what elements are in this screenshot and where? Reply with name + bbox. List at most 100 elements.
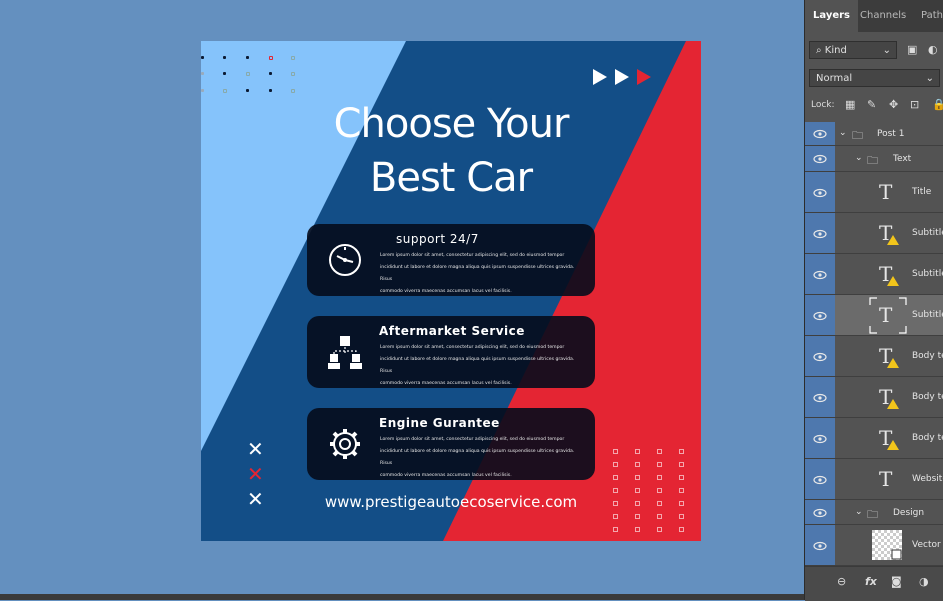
text-layer-icon: T xyxy=(879,467,893,491)
layer-name: Subtitle xyxy=(912,269,943,279)
text-layer-icon: T xyxy=(879,303,893,327)
visibility-toggle[interactable] xyxy=(805,336,835,376)
layer-row-text-group[interactable]: ⌄ 🗀 Text xyxy=(805,146,943,172)
folder-icon: 🗀 xyxy=(852,129,863,142)
card-body: Lorem ipsum dolor sit amet, consectetur … xyxy=(380,434,580,482)
warning-icon xyxy=(887,399,899,409)
chevron-down-icon[interactable]: ⌄ xyxy=(855,153,863,163)
card-body-line: Lorem ipsum dolor sit amet, consectetur … xyxy=(380,253,565,258)
adjustment-filter-icon[interactable]: ◐ xyxy=(928,43,938,56)
eye-icon xyxy=(813,154,827,164)
visibility-toggle[interactable] xyxy=(805,525,835,565)
card-body: Lorem ipsum dolor sit amet, consectetur … xyxy=(380,342,580,390)
card-body-line: incididunt ut labore et dolore magna ali… xyxy=(380,449,575,466)
play-arrow-icon xyxy=(637,69,651,85)
fx-icon[interactable]: fx xyxy=(865,575,877,588)
eye-icon xyxy=(813,129,827,139)
visibility-toggle[interactable] xyxy=(805,377,835,417)
filter-kind-value: Kind xyxy=(824,45,847,56)
layer-name: Design xyxy=(893,508,925,518)
image-filter-icon[interactable]: ▣ xyxy=(907,43,917,56)
layer-name: Subtitle xyxy=(912,228,943,238)
x-mark-icon: ✕ xyxy=(247,462,264,486)
layer-name: Website xyxy=(912,474,943,484)
layer-row-body-text[interactable]: T Body te xyxy=(805,418,943,459)
visibility-toggle[interactable] xyxy=(805,122,835,145)
layer-name: Post 1 xyxy=(877,129,905,139)
tab-paths[interactable]: Paths xyxy=(913,0,943,32)
tab-layers[interactable]: Layers xyxy=(805,0,858,32)
card-body-line: Lorem ipsum dolor sit amet, consectetur … xyxy=(380,345,565,350)
layer-row-title[interactable]: T Title xyxy=(805,172,943,213)
layer-row-body-text[interactable]: T Body te xyxy=(805,377,943,418)
clock-icon xyxy=(329,244,361,276)
layer-row-subtitle[interactable]: T Subtitle xyxy=(805,213,943,254)
panel-footer: ⊖ fx ◙ ◑ xyxy=(805,566,943,601)
warning-icon xyxy=(887,440,899,450)
lock-label: Lock: xyxy=(811,100,835,110)
eye-icon xyxy=(813,270,827,280)
filter-kind-select[interactable]: ⌕ Kind ⌄ xyxy=(809,41,897,59)
layer-name: Subtitle xyxy=(912,310,943,320)
layer-row-website[interactable]: T Website xyxy=(805,459,943,500)
document-canvas[interactable]: Choose Your Best Car support 24/7 Lorem … xyxy=(0,0,804,594)
visibility-toggle[interactable] xyxy=(805,254,835,294)
eye-icon xyxy=(813,475,827,485)
visibility-toggle[interactable] xyxy=(805,213,835,253)
mask-icon[interactable]: ◙ xyxy=(891,575,902,588)
card-body-line: Lorem ipsum dolor sit amet, consectetur … xyxy=(380,437,565,442)
artboard-post[interactable]: Choose Your Best Car support 24/7 Lorem … xyxy=(201,41,701,541)
visibility-toggle[interactable] xyxy=(805,172,835,212)
card-body-line: commodo viverra maecenas accumsan lacus … xyxy=(380,381,512,386)
layer-name: Body te xyxy=(912,392,943,402)
eye-icon xyxy=(813,434,827,444)
visibility-toggle[interactable] xyxy=(805,146,835,171)
eye-icon xyxy=(813,352,827,362)
layer-name: Body te xyxy=(912,351,943,361)
lock-all-icon[interactable]: 🔒 xyxy=(932,98,943,111)
card-body-line: commodo viverra maecenas accumsan lacus … xyxy=(380,473,512,478)
feature-card-engine: Engine Gurantee Lorem ipsum dolor sit am… xyxy=(307,408,595,480)
search-icon: ⌕ xyxy=(816,45,825,56)
tab-channels[interactable]: Channels xyxy=(852,0,914,32)
lock-position-icon[interactable]: ✥ xyxy=(889,98,898,111)
play-arrow-icon xyxy=(593,69,607,85)
visibility-toggle[interactable] xyxy=(805,418,835,458)
layers-panel[interactable]: Layers Channels Paths ⌕ Kind ⌄ ▣ ◐ Normal… xyxy=(804,0,943,601)
layer-row-subtitle-selected[interactable]: T Subtitle xyxy=(805,295,943,336)
adjustment-icon[interactable]: ◑ xyxy=(919,575,929,588)
chevron-down-icon: ⌄ xyxy=(925,73,934,84)
visibility-toggle[interactable] xyxy=(805,459,835,499)
gear-icon xyxy=(330,429,360,459)
warning-icon xyxy=(887,358,899,368)
link-icon[interactable]: ⊖ xyxy=(837,575,846,588)
lock-paint-icon[interactable]: ✎ xyxy=(867,98,876,111)
lock-transparent-icon[interactable]: ▦ xyxy=(845,98,855,111)
visibility-toggle[interactable] xyxy=(805,295,835,335)
card-body-line: incididunt ut labore et dolore magna ali… xyxy=(380,357,575,374)
layer-row-body-text[interactable]: T Body te xyxy=(805,336,943,377)
visibility-toggle[interactable] xyxy=(805,500,835,524)
warning-icon xyxy=(887,235,899,245)
layer-row-subtitle[interactable]: T Subtitle xyxy=(805,254,943,295)
feature-card-aftermarket: Aftermarket Service Lorem ipsum dolor si… xyxy=(307,316,595,388)
eye-icon xyxy=(813,541,827,551)
layer-name: Body te xyxy=(912,433,943,443)
layer-row-vector[interactable]: Vector xyxy=(805,525,943,566)
eye-icon xyxy=(813,393,827,403)
team-network-icon xyxy=(328,336,362,369)
card-title: support 24/7 xyxy=(396,232,479,246)
blend-mode-select[interactable]: Normal ⌄ xyxy=(809,69,940,87)
lock-artboard-icon[interactable]: ⊡ xyxy=(910,98,919,111)
layer-row-design-group[interactable]: ⌄ 🗀 Design xyxy=(805,500,943,525)
eye-icon xyxy=(813,508,827,518)
layer-row-post-1[interactable]: ⌄ 🗀 Post 1 xyxy=(805,122,943,146)
eye-icon xyxy=(813,311,827,321)
text-layer-icon: T xyxy=(879,180,893,204)
card-title: Engine Gurantee xyxy=(379,416,500,430)
chevron-down-icon[interactable]: ⌄ xyxy=(839,128,847,138)
warning-icon xyxy=(887,276,899,286)
play-arrow-icon xyxy=(615,69,629,85)
chevron-down-icon[interactable]: ⌄ xyxy=(855,507,863,517)
smart-object-thumbnail-icon xyxy=(872,530,902,560)
